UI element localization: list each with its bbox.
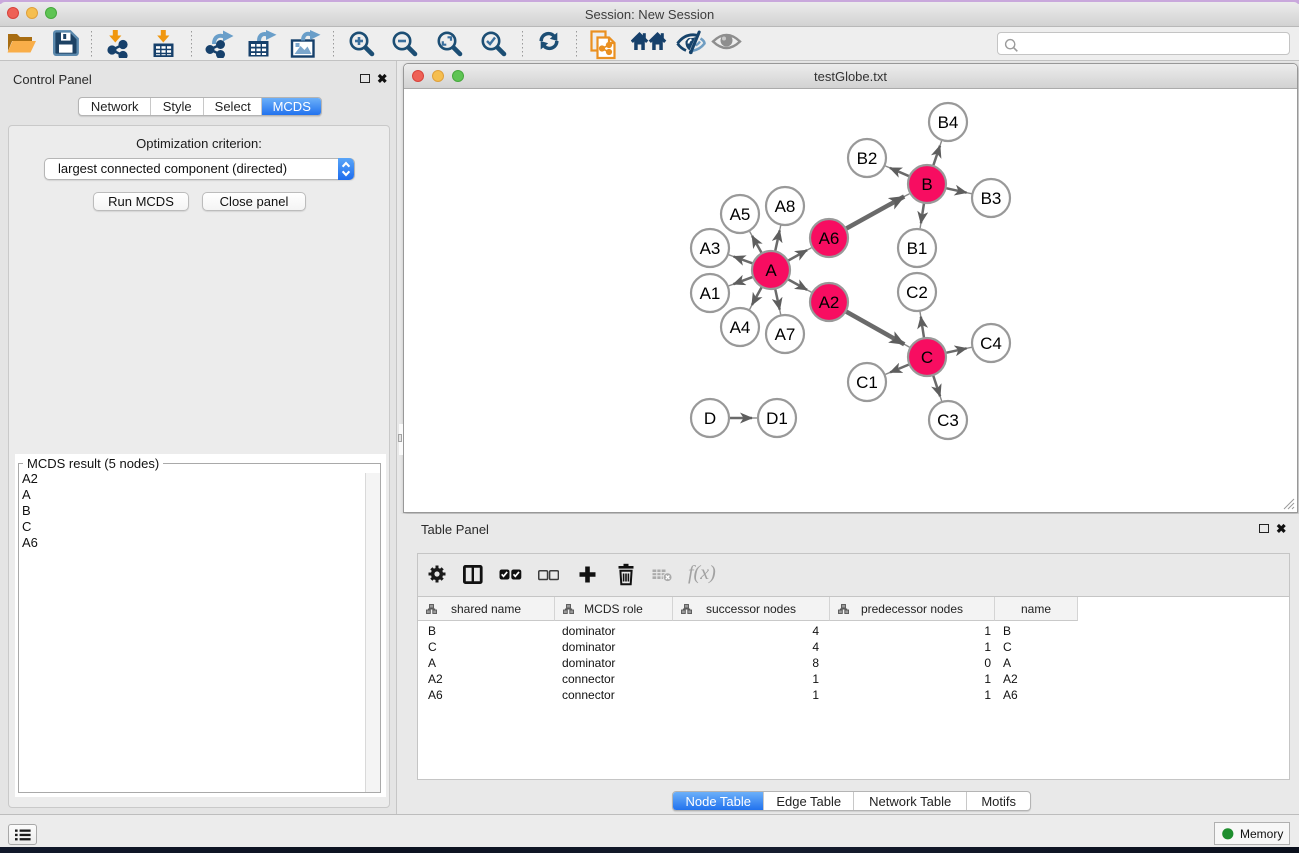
svg-text:A2: A2 xyxy=(819,293,840,312)
svg-text:C3: C3 xyxy=(937,411,959,430)
svg-text:C4: C4 xyxy=(980,334,1002,353)
svg-text:C2: C2 xyxy=(906,283,928,302)
svg-text:C: C xyxy=(921,348,933,367)
svg-text:A8: A8 xyxy=(775,197,796,216)
svg-text:C1: C1 xyxy=(856,373,878,392)
svg-text:A1: A1 xyxy=(700,284,721,303)
svg-text:A4: A4 xyxy=(730,318,751,337)
svg-text:A6: A6 xyxy=(819,229,840,248)
svg-text:A3: A3 xyxy=(700,239,721,258)
svg-text:B3: B3 xyxy=(981,189,1002,208)
svg-text:A: A xyxy=(765,261,777,280)
svg-text:B1: B1 xyxy=(907,239,928,258)
svg-text:B4: B4 xyxy=(938,113,959,132)
svg-text:A5: A5 xyxy=(730,205,751,224)
svg-text:A7: A7 xyxy=(775,325,796,344)
svg-text:B: B xyxy=(921,175,932,194)
svg-text:B2: B2 xyxy=(857,149,878,168)
svg-text:D: D xyxy=(704,409,716,428)
svg-text:D1: D1 xyxy=(766,409,788,428)
